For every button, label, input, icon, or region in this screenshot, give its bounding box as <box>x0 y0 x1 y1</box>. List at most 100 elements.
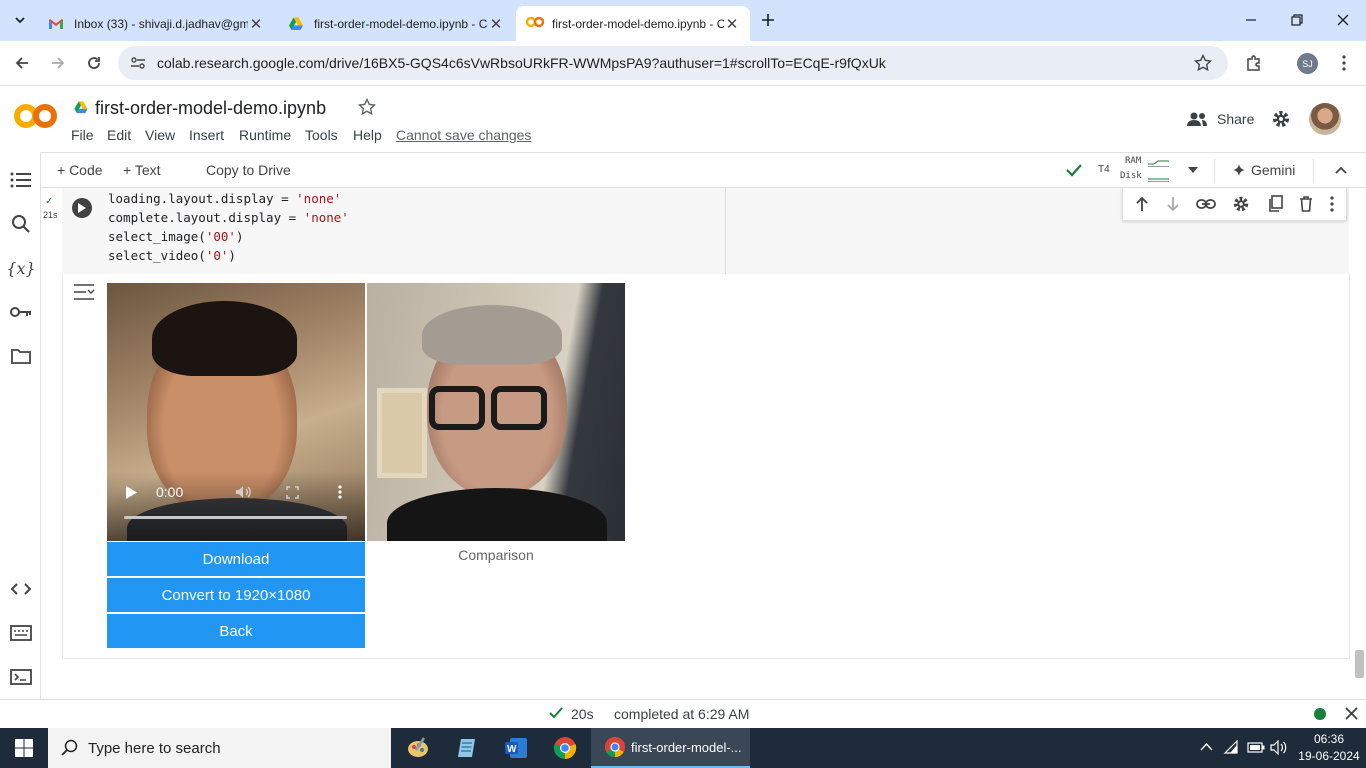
code-line: select_video('0') <box>108 248 236 263</box>
close-icon[interactable]: ✕ <box>248 15 264 33</box>
code-text: ) <box>228 248 236 263</box>
notebook-scrollbar-thumb[interactable] <box>1355 650 1364 678</box>
copy-to-drive-button[interactable]: Copy to Drive <box>206 162 291 178</box>
status-completed: completed at 6:29 AM <box>614 706 750 722</box>
play-icon <box>78 203 86 213</box>
menu-file[interactable]: File <box>71 127 94 143</box>
volume-icon[interactable] <box>235 485 251 499</box>
start-button[interactable] <box>0 728 48 768</box>
close-icon[interactable] <box>1345 707 1358 720</box>
command-palette-icon[interactable] <box>8 620 34 646</box>
chevron-down-icon <box>15 17 25 24</box>
gemini-button[interactable]: Gemini <box>1233 162 1295 178</box>
menu-insert[interactable]: Insert <box>189 127 224 143</box>
convert-resolution-button[interactable]: Convert to 1920×1080 <box>107 578 365 612</box>
close-window-button[interactable] <box>1320 0 1366 40</box>
code-snippets-icon[interactable] <box>8 576 34 602</box>
menu-help[interactable]: Help <box>353 127 382 143</box>
address-bar[interactable]: colab.research.google.com/drive/16BX5-GQ… <box>118 46 1228 80</box>
secrets-key-icon[interactable] <box>8 299 34 325</box>
download-button[interactable]: Download <box>107 542 365 576</box>
back-button[interactable]: Back <box>107 614 365 648</box>
source-video-player[interactable]: 0:00 <box>107 283 365 541</box>
battery-icon[interactable] <box>1247 742 1265 753</box>
variables-icon[interactable]: {x} <box>6 255 35 281</box>
speaker-icon[interactable] <box>1270 740 1288 755</box>
exec-check-icon: ✓ <box>45 196 54 207</box>
notebook-title[interactable]: first-order-model-demo.ipynb <box>95 98 326 119</box>
close-icon[interactable]: ✕ <box>724 15 740 33</box>
tab-colab-notebook[interactable]: first-order-model-demo.ipynb - Colab ✕ <box>516 6 750 41</box>
close-icon[interactable]: ✕ <box>488 15 504 33</box>
site-info-icon[interactable] <box>130 56 146 70</box>
gear-icon[interactable] <box>1232 195 1250 213</box>
resources-dropdown-icon[interactable] <box>1188 166 1198 174</box>
tab-gmail[interactable]: Inbox (33) - shivaji.d.jadhav@gmail.com … <box>38 6 274 41</box>
restore-button[interactable] <box>1274 0 1320 40</box>
taskbar-app-word[interactable]: W <box>492 728 540 768</box>
folder-icon[interactable] <box>8 343 34 369</box>
cannot-save-link[interactable]: Cannot save changes <box>396 127 531 143</box>
video-more-icon[interactable] <box>338 485 342 499</box>
collapse-header-icon[interactable] <box>1334 165 1348 175</box>
add-text-button[interactable]: + Text <box>123 162 161 178</box>
arrow-left-icon <box>15 57 28 69</box>
table-of-contents-icon[interactable] <box>8 167 34 193</box>
menu-tools[interactable]: Tools <box>305 127 338 143</box>
more-vertical-icon[interactable] <box>1330 196 1334 212</box>
terminal-icon[interactable] <box>8 664 34 690</box>
star-icon[interactable] <box>358 98 376 116</box>
mirror-cell-icon[interactable] <box>1267 195 1283 213</box>
menu-view[interactable]: View <box>145 127 175 143</box>
output-actions-icon[interactable] <box>73 284 95 300</box>
play-icon[interactable] <box>126 486 137 499</box>
video-progress-bar[interactable] <box>124 516 347 519</box>
restore-icon <box>1291 14 1303 26</box>
account-avatar[interactable] <box>1309 103 1341 135</box>
wifi-icon[interactable] <box>1223 740 1239 754</box>
new-tab-button[interactable] <box>758 10 778 30</box>
taskbar-app-chrome[interactable] <box>541 728 589 768</box>
tab-title: Inbox (33) - shivaji.d.jadhav@gmail.com <box>74 16 248 31</box>
search-icon[interactable] <box>8 211 34 237</box>
more-vertical-icon <box>1342 55 1346 71</box>
share-button[interactable]: Share <box>1186 107 1254 131</box>
profile-avatar[interactable]: SJ <box>1297 53 1318 74</box>
settings-button[interactable] <box>1271 109 1291 129</box>
code-text: ) <box>235 229 244 244</box>
move-up-icon[interactable] <box>1135 196 1149 212</box>
taskbar-app-chrome-active[interactable]: first-order-model-... <box>591 728 750 768</box>
reload-button[interactable] <box>80 49 108 77</box>
minimize-button[interactable] <box>1228 0 1274 40</box>
notepad-icon <box>458 739 475 757</box>
gmail-icon <box>48 16 64 32</box>
fullscreen-icon[interactable] <box>286 486 299 499</box>
add-code-button[interactable]: + Code <box>57 162 103 178</box>
taskbar-app-paint[interactable] <box>394 728 442 768</box>
menu-runtime[interactable]: Runtime <box>239 127 291 143</box>
run-cell-button[interactable] <box>72 198 92 218</box>
delete-icon[interactable] <box>1299 196 1313 212</box>
code-text: select_image( <box>108 229 206 244</box>
colab-logo[interactable] <box>14 101 58 131</box>
browser-tab-strip: Inbox (33) - shivaji.d.jadhav@gmail.com … <box>0 0 1366 41</box>
forward-button[interactable] <box>44 49 72 77</box>
menu-edit[interactable]: Edit <box>107 127 131 143</box>
clock-date[interactable]: 19-06-2024 <box>1297 749 1361 763</box>
minimize-icon <box>1246 19 1256 21</box>
taskbar-search-box[interactable]: Type here to search <box>48 728 391 768</box>
google-drive-icon <box>73 100 89 115</box>
code-cell[interactable]: ✓ 21s loading.layout.display = 'none' co… <box>43 188 725 274</box>
browser-menu-button[interactable] <box>1330 49 1358 77</box>
tab-drive-notebook[interactable]: first-order-model-demo.ipynb - Colab ✕ <box>278 6 514 41</box>
taskbar-app-notepad[interactable] <box>443 728 491 768</box>
bookmark-star-icon[interactable] <box>1194 54 1212 72</box>
link-icon[interactable] <box>1196 198 1216 210</box>
extensions-button[interactable] <box>1240 49 1268 77</box>
tab-search-button[interactable] <box>8 8 32 32</box>
chevron-up-icon[interactable] <box>1200 742 1213 751</box>
code-line: complete.layout.display = 'none' <box>108 210 349 225</box>
move-down-icon[interactable] <box>1166 196 1180 212</box>
clock-time[interactable]: 06:36 <box>1297 732 1361 746</box>
back-button[interactable] <box>8 49 36 77</box>
